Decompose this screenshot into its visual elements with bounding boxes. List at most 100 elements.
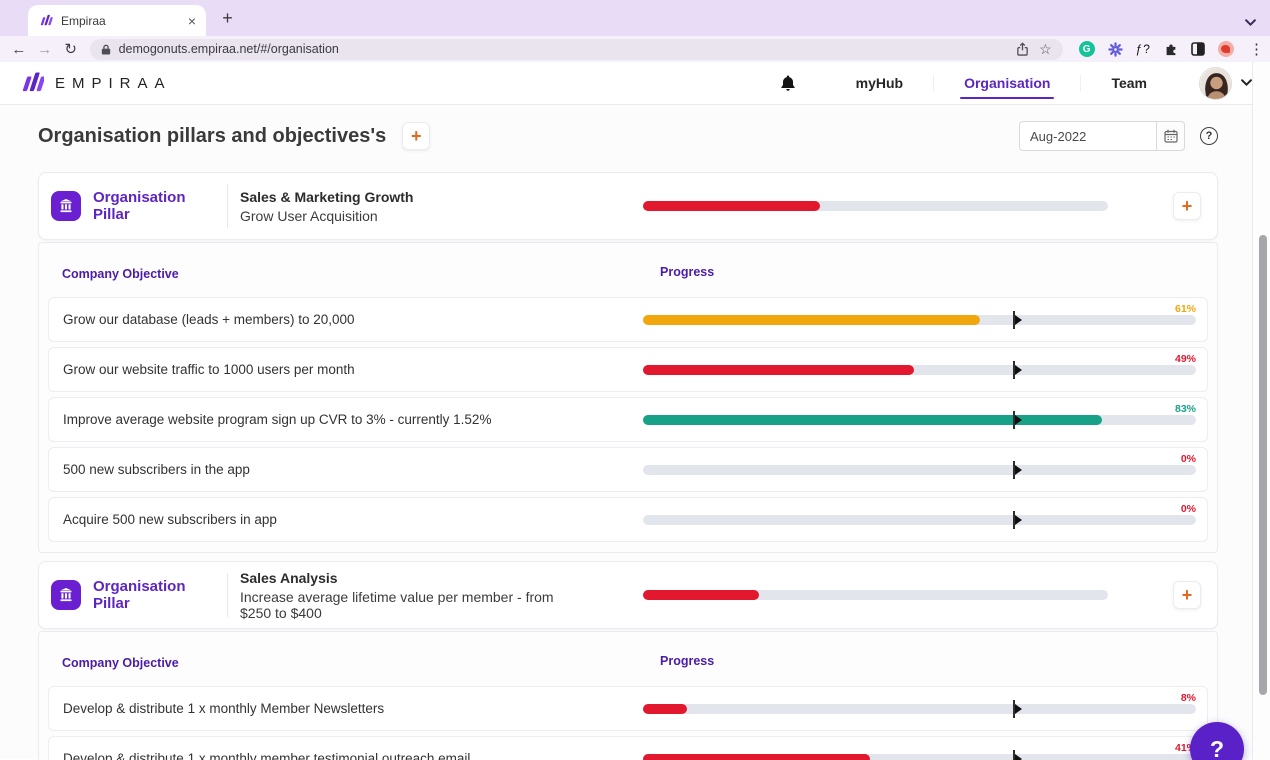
recorder-extension-icon[interactable] — [1218, 41, 1234, 57]
lock-icon — [101, 43, 111, 56]
pillar-title: Sales & Marketing Growth — [240, 189, 413, 205]
add-objective-button[interactable]: + — [1173, 581, 1201, 609]
column-header-objective: Company Objective — [62, 656, 179, 670]
pillar-card[interactable]: Organisation Pillar Sales & Marketing Gr… — [38, 172, 1218, 240]
page-help-icon[interactable]: ? — [1200, 127, 1218, 145]
column-header-progress: Progress — [660, 654, 714, 668]
user-avatar[interactable] — [1199, 67, 1232, 100]
date-picker[interactable]: Aug-2022 — [1019, 121, 1185, 151]
nav-item-team[interactable]: Team — [1080, 75, 1177, 91]
objective-row[interactable]: Develop & distribute 1 x monthly member … — [48, 736, 1208, 760]
grammarly-extension-icon[interactable]: G — [1079, 41, 1095, 57]
progress-target-marker[interactable] — [1013, 461, 1015, 479]
progress-target-marker[interactable] — [1013, 411, 1015, 429]
objective-row[interactable]: Develop & distribute 1 x monthly Member … — [48, 686, 1208, 731]
objective-progress-track[interactable] — [643, 754, 1196, 760]
pillar-card[interactable]: Organisation Pillar Sales Analysis Incre… — [38, 561, 1218, 629]
objective-progress-value: 0% — [1181, 453, 1196, 465]
empiraa-favicon-icon — [38, 13, 53, 28]
objective-row[interactable]: Improve average website program sign up … — [48, 397, 1208, 442]
add-pillar-button[interactable]: + — [402, 122, 430, 150]
objective-progress-fill — [643, 365, 914, 375]
pillar-icon — [51, 580, 81, 610]
flower-extension-icon[interactable] — [1108, 42, 1123, 57]
objective-row[interactable]: Acquire 500 new subscribers in app 0% — [48, 497, 1208, 542]
tab-title: Empiraa — [61, 14, 188, 28]
objective-label: Develop & distribute 1 x monthly Member … — [63, 701, 384, 716]
browser-menu-icon[interactable]: ⋮ — [1249, 40, 1264, 58]
progress-target-marker[interactable] — [1013, 750, 1015, 760]
fonts-extension-icon[interactable]: ƒ? — [1136, 42, 1151, 56]
nav-item-organisation[interactable]: Organisation — [933, 75, 1080, 91]
reload-button[interactable]: ↻ — [58, 40, 84, 58]
extension-icons: G ƒ? ⋮ — [1079, 40, 1264, 58]
app-header: EMPIRAA myHub Organisation Team — [0, 62, 1270, 105]
objectives-table: Company Objective Progress Grow our data… — [38, 242, 1218, 553]
objective-progress-track[interactable] — [643, 465, 1196, 475]
pillar-badge-label: Organisation Pillar — [93, 189, 213, 224]
objective-label: Develop & distribute 1 x monthly member … — [63, 751, 470, 760]
progress-target-marker[interactable] — [1013, 311, 1015, 329]
date-picker-value[interactable]: Aug-2022 — [1020, 129, 1156, 144]
pillar-subtitle: Increase average lifetime value per memb… — [240, 589, 570, 621]
extensions-puzzle-icon[interactable] — [1164, 42, 1178, 56]
add-objective-button[interactable]: + — [1173, 192, 1201, 220]
scrollbar-thumb[interactable] — [1259, 235, 1267, 695]
brand-wordmark: EMPIRAA — [55, 75, 172, 92]
column-header-progress: Progress — [660, 265, 714, 279]
new-tab-button[interactable]: + — [214, 5, 241, 32]
progress-target-marker[interactable] — [1013, 361, 1015, 379]
objective-progress-fill — [643, 704, 687, 714]
back-button[interactable]: ← — [6, 41, 32, 58]
objective-progress-value: 0% — [1181, 503, 1196, 515]
objective-progress-track[interactable] — [643, 415, 1196, 425]
browser-tab-strip: Empiraa × + — [0, 0, 1270, 36]
objective-progress-value: 8% — [1181, 692, 1196, 704]
browser-toolbar: ← → ↻ demogonuts.empiraa.net/#/organisat… — [0, 36, 1270, 62]
pillar-icon — [51, 191, 81, 221]
objective-label: Grow our website traffic to 1000 users p… — [63, 362, 355, 377]
objective-row[interactable]: 500 new subscribers in the app 0% — [48, 447, 1208, 492]
objective-label: Grow our database (leads + members) to 2… — [63, 312, 355, 327]
objective-progress-value: 61% — [1175, 303, 1196, 315]
objective-row[interactable]: Grow our website traffic to 1000 users p… — [48, 347, 1208, 392]
tab-close-icon[interactable]: × — [188, 13, 196, 29]
progress-target-marker[interactable] — [1013, 511, 1015, 529]
active-nav-underline — [960, 97, 1054, 100]
nav-item-myhub[interactable]: myHub — [826, 75, 933, 91]
pillar-badge-label: Organisation Pillar — [93, 578, 213, 613]
browser-tab[interactable]: Empiraa × — [28, 5, 206, 36]
notifications-bell-icon[interactable] — [780, 75, 796, 92]
objectives-table: Company Objective Progress Develop & dis… — [38, 631, 1218, 760]
pillar-title: Sales Analysis — [240, 570, 570, 586]
objective-progress-track[interactable] — [643, 515, 1196, 525]
divider — [227, 184, 228, 228]
address-bar[interactable]: demogonuts.empiraa.net/#/organisation ☆ — [90, 39, 1063, 60]
empiraa-logo[interactable]: EMPIRAA — [18, 70, 172, 96]
progress-target-marker[interactable] — [1013, 700, 1015, 718]
objective-label: Improve average website program sign up … — [63, 412, 491, 427]
objective-progress-fill — [643, 315, 980, 325]
objective-label: 500 new subscribers in the app — [63, 462, 250, 477]
objective-progress-track[interactable] — [643, 704, 1196, 714]
forward-button[interactable]: → — [32, 41, 58, 58]
url-text: demogonuts.empiraa.net/#/organisation — [119, 42, 1006, 56]
bookmark-star-icon[interactable]: ☆ — [1039, 41, 1052, 58]
objective-progress-track[interactable] — [643, 365, 1196, 375]
page-title: Organisation pillars and objectives's — [38, 125, 386, 148]
pillar-progress-fill — [643, 590, 759, 600]
pillar-subtitle: Grow User Acquisition — [240, 208, 413, 224]
pillar-progress-fill — [643, 201, 820, 211]
objective-progress-track[interactable] — [643, 315, 1196, 325]
share-icon[interactable] — [1016, 42, 1029, 57]
main-content: Organisation pillars and objectives's + … — [0, 105, 1270, 759]
objective-row[interactable]: Grow our database (leads + members) to 2… — [48, 297, 1208, 342]
tab-search-chevron-icon[interactable] — [1245, 14, 1256, 32]
profile-chevron-down-icon[interactable] — [1241, 79, 1252, 87]
objective-progress-fill — [643, 415, 1102, 425]
objective-progress-fill — [643, 754, 870, 760]
darkmode-extension-icon[interactable] — [1191, 42, 1205, 56]
calendar-icon[interactable] — [1156, 122, 1184, 150]
objective-label: Acquire 500 new subscribers in app — [63, 512, 277, 527]
column-header-objective: Company Objective — [62, 267, 179, 281]
